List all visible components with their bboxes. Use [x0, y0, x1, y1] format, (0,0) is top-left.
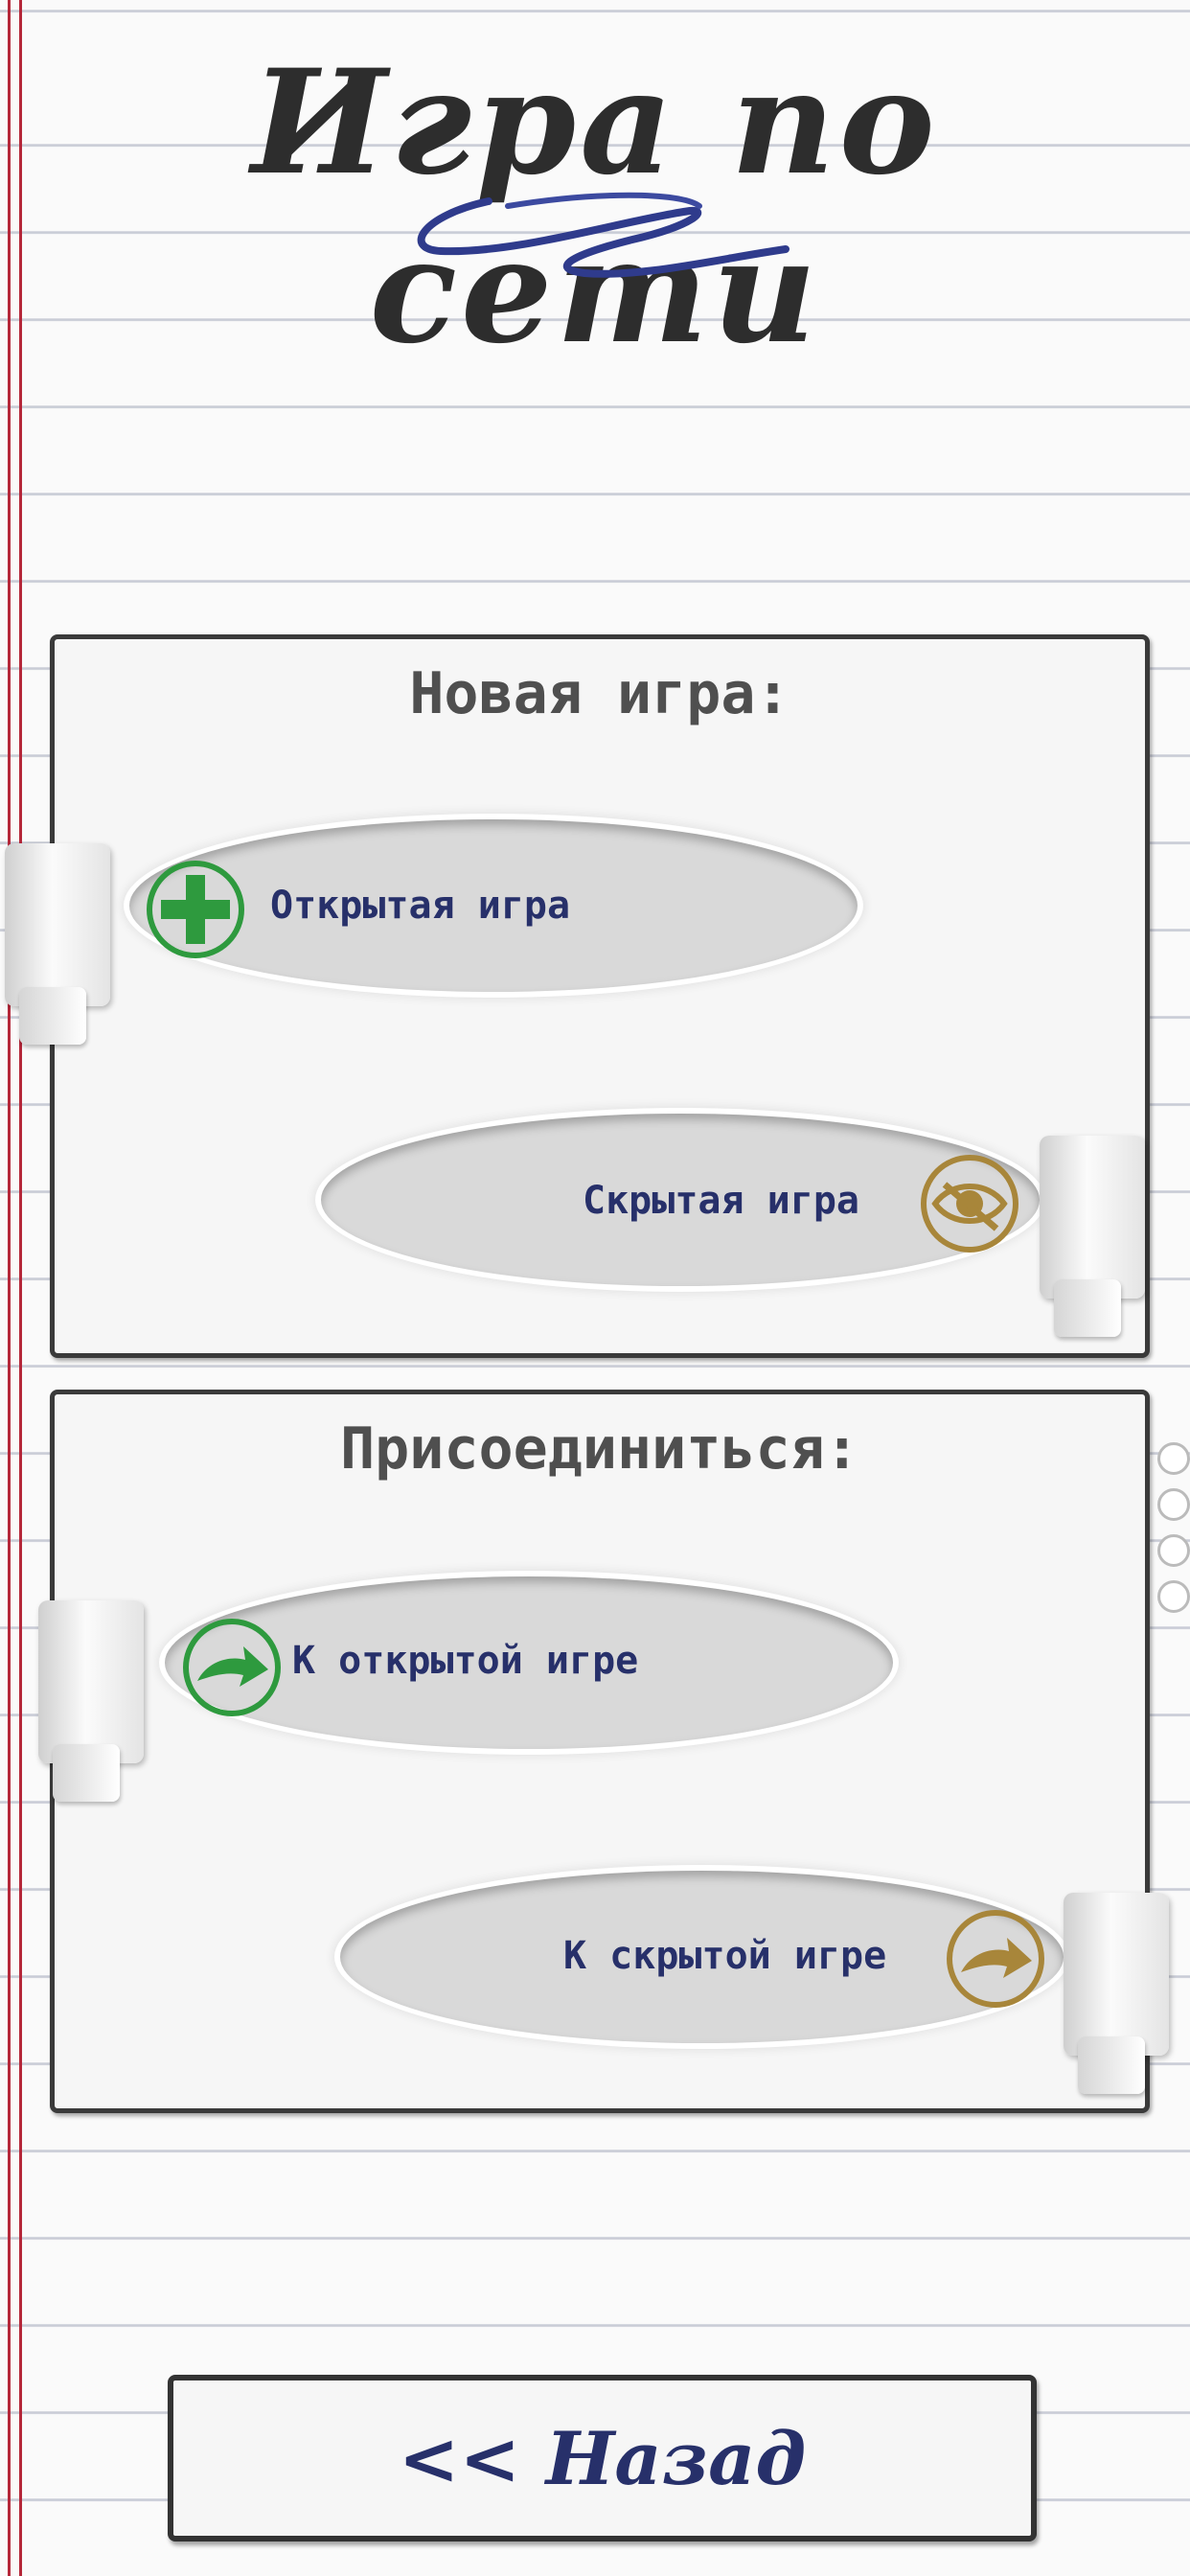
arrow-right-icon [183, 1619, 281, 1716]
join-hidden-game-label: К скрытой игре [563, 1934, 887, 1978]
margin-line [8, 0, 11, 2576]
join-open-game-label: К открытой игре [292, 1639, 639, 1683]
eye-crossed-icon [921, 1155, 1018, 1253]
page-tab-dots [1157, 1442, 1190, 1626]
margin-line [19, 0, 22, 2576]
paper-curl [38, 1600, 144, 1802]
arrow-right-icon [947, 1910, 1044, 2008]
join-heading: Присоединиться: [340, 1415, 859, 1483]
plus-icon [147, 861, 244, 958]
paper-curl [5, 843, 110, 1045]
scribble-underline [417, 192, 790, 278]
hidden-game-label: Скрытая игра [583, 1179, 859, 1223]
paper-curl [1040, 1136, 1145, 1337]
paper-curl [1064, 1893, 1169, 2094]
back-button[interactable]: << Назад [168, 2375, 1037, 2542]
back-button-label: << Назад [398, 2415, 807, 2501]
new-game-heading: Новая игра: [409, 660, 790, 727]
open-game-label: Открытая игра [270, 884, 571, 928]
